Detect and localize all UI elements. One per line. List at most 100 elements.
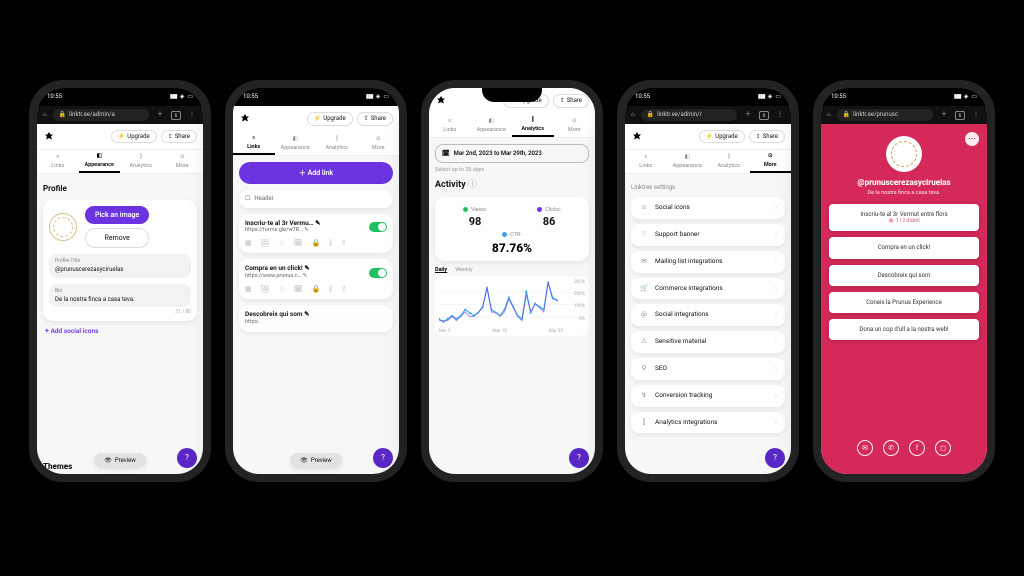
share-button[interactable]: ⇪Share xyxy=(553,94,589,107)
date-range-hint: Select up to 28 days xyxy=(435,167,589,174)
tab-analytics[interactable]: ⫿Analytics xyxy=(512,114,554,137)
tab-appearance[interactable]: ◧Appearance xyxy=(667,150,709,173)
tab-links[interactable]: ≡Links xyxy=(233,132,275,155)
tab-analytics[interactable]: ⫿Analytics xyxy=(120,150,162,173)
home-icon[interactable]: ⌂ xyxy=(631,111,635,118)
browser-url-bar[interactable]: ⌂ 🔒linktr.ee/prunusc ＋ 6 ⋮ xyxy=(821,106,987,124)
public-link-button[interactable]: Compra en un click! xyxy=(829,237,979,258)
profile-menu-button[interactable]: ⋯ xyxy=(965,132,979,146)
link-card[interactable]: Descobreix qui som ✎ https: xyxy=(239,305,393,331)
edit-title-icon[interactable]: ✎ xyxy=(315,219,320,227)
upgrade-button[interactable]: ⚡Upgrade xyxy=(699,130,745,143)
share-button[interactable]: ⇪Share xyxy=(357,112,393,125)
themes-heading: Themes xyxy=(43,462,72,472)
edit-url-icon[interactable]: ✎ xyxy=(303,273,308,279)
help-fab[interactable]: ? xyxy=(765,448,785,468)
edit-url-icon[interactable]: ✎ xyxy=(304,227,309,233)
settings-row[interactable]: 🛒Commerce integrations› xyxy=(631,278,785,300)
app-header: ⚡Upgrade ⇪Share xyxy=(625,124,791,150)
date-range-picker[interactable]: 🗓Mar 2nd, 2023 to Mar 29th, 2023 xyxy=(435,144,589,163)
share-button[interactable]: ⇪Share xyxy=(749,130,785,143)
browser-url-bar[interactable]: ⌂ 🔒linktr.ee/admin/a ＋ 6 ⋮ xyxy=(37,106,203,124)
settings-row[interactable]: ☺Social icons› xyxy=(631,197,785,219)
preview-button[interactable]: 👁Preview xyxy=(290,453,342,468)
home-icon[interactable]: ⌂ xyxy=(827,111,831,118)
tab-more[interactable]: ⊙More xyxy=(358,132,400,155)
profile-heading: Profile xyxy=(43,184,197,194)
browser-url-bar[interactable]: ⌂ 🔒linktr.ee/admin/r ＋ 6 ⋮ xyxy=(625,106,791,124)
share-icon[interactable]: ⇪ xyxy=(341,239,347,247)
help-fab[interactable]: ? xyxy=(177,448,197,468)
settings-row-label: Mailing list integrations xyxy=(655,258,722,266)
layout-icon[interactable]: ▦ xyxy=(245,239,252,247)
public-link-button[interactable]: Coneix la Prunus Experience xyxy=(829,292,979,313)
new-tab-icon[interactable]: ＋ xyxy=(155,111,165,118)
bio-field[interactable]: Bio De la nostra finca a casa teva. xyxy=(49,284,191,307)
public-link-button[interactable]: Inscriu-te al 3r Vermut entre flors🌸 1 i… xyxy=(829,204,979,231)
url-chip[interactable]: 🔒linktr.ee/admin/a xyxy=(53,109,149,120)
link-card[interactable]: Compra en un click! ✎ https://www.prunus… xyxy=(239,259,393,299)
ctr-dot-icon xyxy=(502,232,507,237)
email-icon[interactable]: ✉ xyxy=(857,440,873,456)
profile-title-field[interactable]: Profile Title @prunuscerezasyciruelas xyxy=(49,254,191,277)
browser-menu-icon[interactable]: ⋮ xyxy=(187,111,197,118)
share-button[interactable]: ⇪Share xyxy=(161,130,197,143)
tab-appearance[interactable]: ◧Appearance xyxy=(471,114,513,137)
whatsapp-icon[interactable]: ✆ xyxy=(883,440,899,456)
pick-image-button[interactable]: Pick an image xyxy=(85,206,149,224)
upgrade-button[interactable]: ⚡Upgrade xyxy=(111,130,157,143)
tab-appearance[interactable]: ◧Appearance xyxy=(275,132,317,155)
stats-icon[interactable]: ⫿ xyxy=(329,239,331,247)
activity-heading: Activity xyxy=(435,180,466,190)
image-icon[interactable]: 🖼 xyxy=(261,239,270,247)
preview-button[interactable]: 👁Preview xyxy=(94,453,146,468)
star-icon[interactable]: ☆ xyxy=(279,239,285,247)
header-block-button[interactable]: ☐Header xyxy=(239,190,393,207)
tab-analytics[interactable]: ⫿Analytics xyxy=(708,150,750,173)
facebook-icon[interactable]: f xyxy=(909,440,925,456)
tab-links[interactable]: ≡Links xyxy=(37,150,79,173)
public-link-button[interactable]: Dona un cop d'ull a la nostra web! xyxy=(829,319,979,340)
daily-tab[interactable]: Daily xyxy=(435,267,447,274)
tab-more[interactable]: ⊙More xyxy=(750,150,792,173)
chevron-right-icon: › xyxy=(775,419,777,427)
edit-title-icon[interactable]: ✎ xyxy=(304,264,309,272)
settings-row-label: Conversion tracking xyxy=(655,392,712,400)
add-social-icons-button[interactable]: Add social icons xyxy=(51,327,99,335)
instagram-icon[interactable]: ◻ xyxy=(935,440,951,456)
settings-row-label: SEO xyxy=(655,365,667,373)
tab-links[interactable]: ≡Links xyxy=(625,150,667,173)
settings-row[interactable]: ✉Mailing list integrations› xyxy=(631,251,785,273)
tab-analytics[interactable]: ⫿Analytics xyxy=(316,132,358,155)
weekly-tab[interactable]: Weekly xyxy=(455,267,472,274)
phone-analytics: ⚡Upgrade ⇪Share ≡Links ◧Appearance ⫿Anal… xyxy=(421,80,603,482)
info-icon[interactable]: ⓘ xyxy=(468,180,477,190)
lock-icon[interactable]: 🔒 xyxy=(312,239,321,247)
add-link-button[interactable]: ＋ Add link xyxy=(239,162,393,184)
appearance-icon: ◧ xyxy=(94,153,104,161)
tab-more[interactable]: ⊙More xyxy=(162,150,204,173)
settings-row[interactable]: ⫿Analytics integrations› xyxy=(631,412,785,434)
link-card[interactable]: Inscriu-te al 3r Vermu… ✎ https://forms.… xyxy=(239,214,393,254)
tab-more[interactable]: ⊙More xyxy=(554,114,596,137)
settings-row[interactable]: ♡Support banner› xyxy=(631,224,785,246)
wifi-icon: ◈ xyxy=(180,93,185,100)
settings-row[interactable]: ↯Conversion tracking› xyxy=(631,385,785,407)
home-icon[interactable]: ⌂ xyxy=(43,111,47,118)
upgrade-button[interactable]: ⚡Upgrade xyxy=(307,112,353,125)
links-icon: ≡ xyxy=(53,154,63,162)
settings-row[interactable]: ⚲SEO› xyxy=(631,358,785,380)
tab-appearance[interactable]: ◧Appearance xyxy=(79,150,121,173)
settings-row[interactable]: @Social integrations› xyxy=(631,304,785,326)
link-toggle[interactable] xyxy=(369,222,387,232)
help-fab[interactable]: ? xyxy=(373,448,393,468)
remove-image-button[interactable]: Remove xyxy=(85,228,149,248)
settings-row[interactable]: ⚠Sensitive material› xyxy=(631,331,785,353)
tab-count[interactable]: 6 xyxy=(171,111,181,120)
calendar-icon[interactable]: 🗓 xyxy=(294,239,303,247)
public-link-button[interactable]: Descobreix qui som xyxy=(829,265,979,286)
help-fab[interactable]: ? xyxy=(569,448,589,468)
avatar[interactable] xyxy=(49,213,77,241)
link-toggle[interactable] xyxy=(369,268,387,278)
tab-links[interactable]: ≡Links xyxy=(429,114,471,137)
